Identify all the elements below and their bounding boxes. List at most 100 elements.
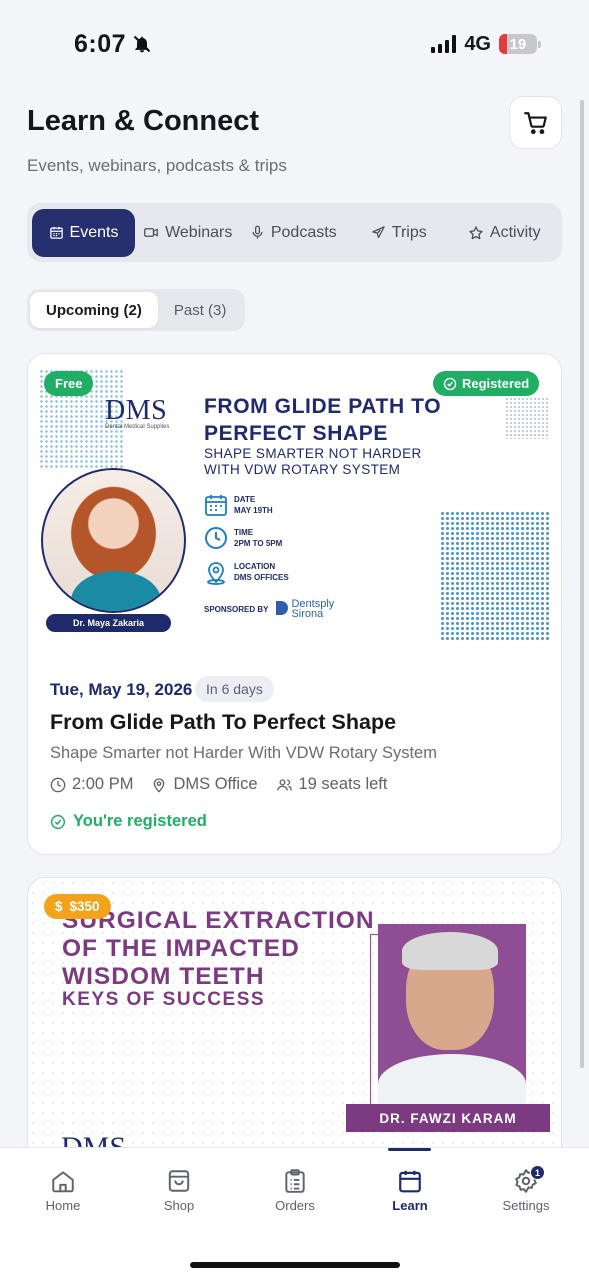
filter-past[interactable]: Past (3) [158,292,243,328]
clock-icon [50,777,66,792]
tab-events[interactable]: Events [32,208,135,257]
home-icon [52,1171,74,1193]
speaker-photo [378,924,526,1104]
event-card[interactable]: SURGICAL EXTRACTION OF THE IMPACTED WISD… [27,877,562,1177]
calendar-icon [399,1170,421,1193]
registered-badge-label: Registered [462,376,530,391]
event-meta: 2:00 PM DMS Office 19 seats left [50,775,387,794]
speaker-photo [41,468,186,613]
dollar-icon: $ [55,899,63,914]
nav-label: Settings [502,1198,550,1213]
banner-title-line: WISDOM TEETH [62,963,265,990]
cart-icon [523,111,547,134]
active-tab-indicator [388,1148,431,1151]
location-pin-icon [154,777,165,793]
plane-icon [372,226,385,239]
date-value: MAY 19TH [234,506,273,515]
calendar-icon [205,495,227,516]
video-icon [144,228,158,237]
star-icon [469,225,483,239]
tab-trips[interactable]: Trips [346,209,452,257]
scrollbar[interactable] [580,100,584,1068]
banner-time: TIME 2PM TO 5PM [204,526,282,550]
time-filter: Upcoming (2) Past (3) [27,289,246,331]
tab-label: Webinars [165,223,233,241]
page-subtitle: Events, webinars, podcasts & trips [27,156,287,175]
category-tabs: Events Webinars Podcasts Trips Activity [27,203,562,262]
banner-title-line: OF THE IMPACTED [62,935,300,962]
sponsored-by-label: SPONSORED BY [204,604,269,614]
nav-learn[interactable]: Learn [360,1168,460,1213]
sponsor-logo: Dentsply Sirona [274,599,334,620]
event-location-text: DMS Office [173,775,258,793]
status-time: 6:07 [74,30,152,59]
filter-upcoming[interactable]: Upcoming (2) [30,292,158,328]
event-time-text: 2:00 PM [72,775,134,793]
status-indicators: 4G 19 [431,32,541,56]
network-type: 4G [464,32,491,55]
shopping-bag-icon [168,1170,190,1192]
nav-orders[interactable]: Orders [245,1168,345,1213]
decorative-dots [505,397,550,439]
event-seats: 19 seats left [276,775,387,794]
sponsor: SPONSORED BY Dentsply Sirona [204,599,334,620]
location-label: LOCATION [234,562,276,571]
cart-button[interactable] [509,96,562,149]
tab-webinars[interactable]: Webinars [135,209,241,257]
dms-logo: DMS Dental Medical Supplies [105,395,169,430]
countdown-badge: In 6 days [195,676,274,702]
location-pin-icon [207,562,225,585]
speaker-name: Dr. Maya Zakaria [46,614,171,632]
tab-label: Events [69,223,119,241]
banner-subtitle: KEYS OF SUCCESS [62,989,266,1010]
banner-date: DATE MAY 19TH [204,493,273,517]
tab-podcasts[interactable]: Podcasts [241,209,347,257]
speaker-name: DR. FAWZI KARAM [346,1104,550,1132]
price-badge-label: $350 [69,899,100,914]
event-banner: DMS Dental Medical Supplies Dr. Maya Zak… [39,369,550,641]
price-badge: $ $350 [44,894,111,919]
event-title: From Glide Path To Perfect Shape [50,710,397,734]
nav-shop[interactable]: Shop [129,1168,229,1213]
battery-level: 19 [509,35,527,53]
event-location: DMS Office [151,775,258,794]
battery-icon: 19 [499,34,541,54]
page-title: Learn & Connect [27,105,260,137]
banner-subtitle-line: SHAPE SMARTER NOT HARDER [204,446,422,461]
registered-badge: Registered [433,371,540,396]
tab-activity[interactable]: Activity [452,209,558,257]
tab-label: Activity [489,223,541,241]
nav-label: Shop [163,1198,195,1213]
decorative-dots [440,511,550,641]
event-banner: SURGICAL EXTRACTION OF THE IMPACTED WISD… [28,878,561,1176]
nav-home[interactable]: Home [13,1168,113,1213]
calendar-icon [49,226,63,239]
event-time: 2:00 PM [50,775,133,794]
check-circle-icon [50,814,66,829]
event-date: Tue, May 19, 2026 [50,680,193,699]
date-label: DATE [234,495,256,504]
nav-label: Orders [275,1198,315,1213]
settings-notification-badge: 1 [530,1165,545,1180]
nav-settings[interactable]: Settings [476,1168,576,1213]
banner-title-line: FROM GLIDE PATH TO [204,395,442,418]
clock-text: 6:07 [74,29,127,58]
registration-status: You're registered [50,812,207,831]
clipboard-icon [285,1169,305,1193]
time-value: 2PM TO 5PM [234,539,283,548]
banner-subtitle: SHAPE SMARTER NOT HARDER WITH VDW ROTARY… [204,446,422,478]
home-indicator[interactable] [190,1262,400,1268]
logo-text: DMS [105,395,168,426]
event-card[interactable]: DMS Dental Medical Supplies Dr. Maya Zak… [27,353,562,855]
users-icon [276,778,292,790]
clock-icon [205,527,227,549]
nav-label: Home [45,1198,81,1213]
banner-subtitle-line: WITH VDW ROTARY SYSTEM [204,462,401,477]
check-circle-icon [443,377,457,390]
tab-label: Podcasts [270,223,337,241]
banner-title: SURGICAL EXTRACTION OF THE IMPACTED WISD… [62,907,375,991]
location-value: DMS OFFICES [234,573,289,582]
banner-location: LOCATION DMS OFFICES [204,559,289,585]
bottom-nav: Home Shop Orders Learn Settings 1 [0,1147,589,1280]
microphone-icon [252,225,263,239]
